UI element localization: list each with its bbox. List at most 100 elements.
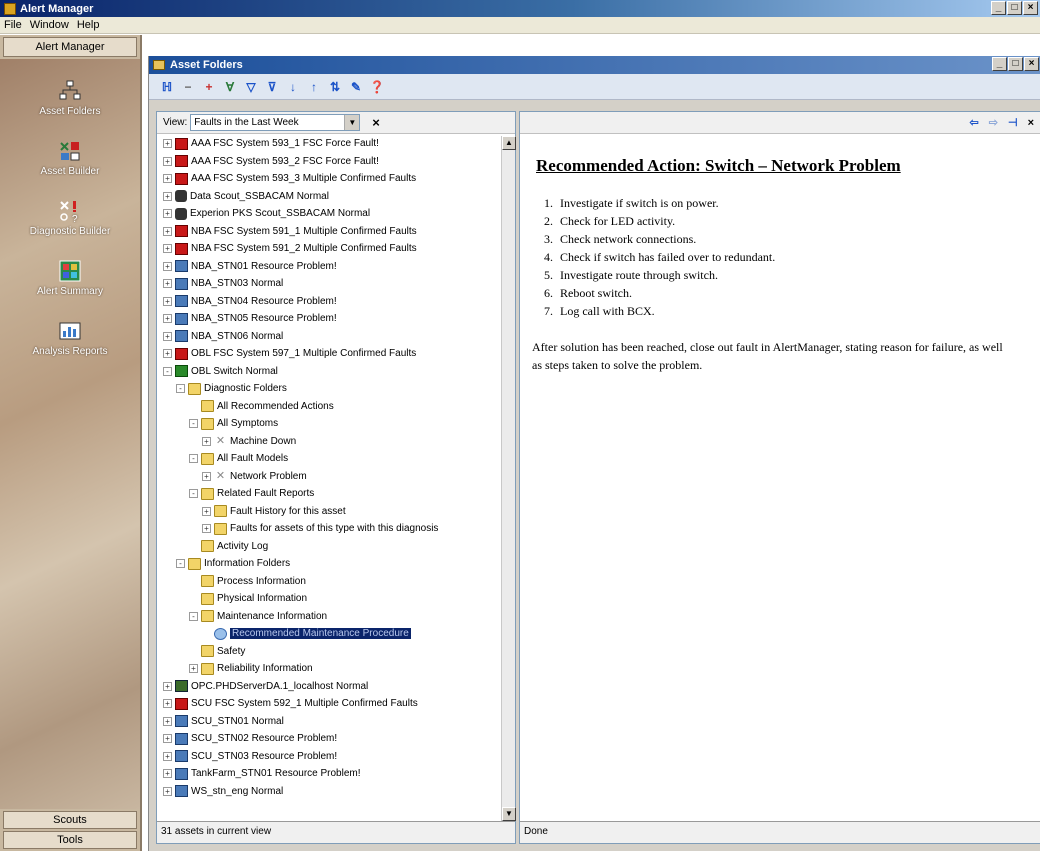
expand-icon[interactable]: + bbox=[163, 296, 172, 306]
tree-row[interactable]: - OBL Switch Normal bbox=[163, 364, 278, 379]
collapse-icon[interactable]: - bbox=[163, 366, 172, 376]
menu-help[interactable]: Help bbox=[77, 19, 100, 31]
tree-row[interactable]: Safety bbox=[189, 644, 245, 659]
document-scrollbar[interactable] bbox=[1026, 134, 1040, 821]
expand-icon[interactable]: + bbox=[163, 716, 172, 726]
sort-descending-icon[interactable]: ↑ bbox=[306, 79, 322, 95]
tree-row[interactable]: Activity Log bbox=[189, 539, 268, 554]
find-icon[interactable]: ℍ bbox=[159, 79, 175, 95]
close-document-icon[interactable]: × bbox=[1028, 117, 1034, 129]
tree-row[interactable]: + NBA FSC System 591_1 Multiple Confirmed… bbox=[163, 224, 417, 239]
tree-row[interactable]: + SCU_STN02 Resource Problem! bbox=[163, 731, 337, 746]
help-icon[interactable]: ❓ bbox=[369, 79, 385, 95]
minimize-button[interactable]: _ bbox=[991, 1, 1006, 15]
tree-row[interactable]: - Maintenance Information bbox=[189, 609, 327, 624]
collapse-icon[interactable]: - bbox=[189, 611, 198, 621]
collapse-icon[interactable]: - bbox=[189, 419, 198, 428]
expand-icon[interactable]: + bbox=[202, 471, 211, 481]
tree-row[interactable]: + SCU_STN01 Normal bbox=[163, 714, 284, 729]
sidebar-item-alert-summary[interactable]: Alert Summary bbox=[0, 259, 140, 297]
expand-icon[interactable]: + bbox=[163, 734, 172, 743]
expand-icon[interactable]: + bbox=[163, 209, 172, 218]
collapse-icon[interactable]: - bbox=[176, 384, 185, 393]
collapse-icon[interactable]: − bbox=[180, 79, 196, 95]
tree-row[interactable]: All Recommended Actions bbox=[189, 399, 334, 414]
expand-icon[interactable]: + bbox=[163, 139, 172, 148]
tree-row[interactable]: + OBL FSC System 597_1 Multiple Confirmed… bbox=[163, 346, 416, 361]
expand-icon[interactable]: + bbox=[163, 314, 172, 323]
tree-row[interactable]: - Related Fault Reports bbox=[189, 486, 314, 501]
expand-icon[interactable]: + bbox=[163, 261, 172, 271]
expand-icon[interactable]: + bbox=[163, 331, 172, 341]
tree-row[interactable]: - All Fault Models bbox=[189, 451, 288, 466]
pin-icon[interactable]: ⊣ bbox=[1008, 116, 1018, 129]
funnel-icon[interactable]: ▽ bbox=[243, 79, 259, 95]
tree-row[interactable]: - Diagnostic Folders bbox=[176, 381, 287, 396]
collapse-icon[interactable]: - bbox=[189, 454, 198, 463]
child-minimize-button[interactable]: _ bbox=[992, 57, 1007, 71]
tree-row[interactable]: + Data Scout_SSBACAM Normal bbox=[163, 189, 329, 204]
collapse-icon[interactable]: - bbox=[176, 559, 185, 568]
tree-row[interactable]: + OPC.PHDServerDA.1_localhost Normal bbox=[163, 679, 368, 694]
tree-row[interactable]: + NBA FSC System 591_2 Multiple Confirmed… bbox=[163, 241, 417, 256]
sort-order-icon[interactable]: ⇅ bbox=[327, 79, 343, 95]
tools-button[interactable]: Tools bbox=[3, 831, 137, 849]
tree-row[interactable]: + NBA_STN03 Normal bbox=[163, 276, 283, 291]
tree-row[interactable]: + Experion PKS Scout_SSBACAM Normal bbox=[163, 206, 370, 221]
tree-row[interactable]: + WS_stn_eng Normal bbox=[163, 784, 283, 799]
close-pane-icon[interactable]: × bbox=[372, 115, 380, 130]
expand-icon[interactable]: + bbox=[202, 506, 211, 516]
sidebar-item-asset-builder[interactable]: Asset Builder bbox=[0, 139, 140, 177]
tree-row[interactable]: + AAA FSC System 593_1 FSC Force Fault! bbox=[163, 136, 379, 151]
tree-scrollbar[interactable]: ▲ ▼ bbox=[501, 136, 516, 821]
child-maximize-button[interactable]: □ bbox=[1008, 57, 1023, 71]
tree-row[interactable]: + ✕ Network Problem bbox=[202, 469, 307, 484]
scroll-down-icon[interactable]: ▼ bbox=[502, 807, 516, 821]
menu-file[interactable]: File bbox=[4, 19, 22, 31]
sidebar-item-analysis-reports[interactable]: Analysis Reports bbox=[0, 319, 140, 357]
funnel-clear-icon[interactable]: ⊽ bbox=[264, 79, 280, 95]
expand-icon[interactable]: + bbox=[163, 244, 172, 253]
tree-row[interactable]: + ✕ Machine Down bbox=[202, 434, 296, 449]
chevron-down-icon[interactable]: ▼ bbox=[344, 115, 360, 130]
maximize-button[interactable]: □ bbox=[1007, 1, 1022, 15]
expand-icon[interactable]: + bbox=[163, 349, 172, 358]
expand-icon[interactable]: + bbox=[201, 79, 217, 95]
tree-row[interactable]: + NBA_STN01 Resource Problem! bbox=[163, 259, 337, 274]
expand-icon[interactable]: + bbox=[163, 769, 172, 778]
tree-row[interactable]: + NBA_STN06 Normal bbox=[163, 329, 283, 344]
back-icon[interactable]: ⇦ bbox=[970, 116, 979, 129]
sidebar-item-diagnostic-builder[interactable]: ? Diagnostic Builder bbox=[0, 199, 140, 237]
expand-icon[interactable]: + bbox=[163, 751, 172, 761]
close-button[interactable]: × bbox=[1023, 1, 1038, 15]
expand-icon[interactable]: + bbox=[163, 174, 172, 183]
tree-row[interactable]: + NBA_STN04 Resource Problem! bbox=[163, 294, 337, 309]
child-close-button[interactable]: × bbox=[1024, 57, 1039, 71]
tree-row[interactable]: Recommended Maintenance Procedure bbox=[202, 626, 411, 641]
tree-row[interactable]: + TankFarm_STN01 Resource Problem! bbox=[163, 766, 361, 781]
tree-row[interactable]: + SCU FSC System 592_1 Multiple Confirmed… bbox=[163, 696, 418, 711]
sort-ascending-icon[interactable]: ↓ bbox=[285, 79, 301, 95]
tree-row[interactable]: + AAA FSC System 593_3 Multiple Confirmed… bbox=[163, 171, 416, 186]
tree-row[interactable]: + Reliability Information bbox=[189, 661, 313, 676]
collapse-icon[interactable]: - bbox=[189, 489, 198, 498]
expand-icon[interactable]: + bbox=[163, 226, 172, 236]
menu-window[interactable]: Window bbox=[30, 19, 69, 31]
sidebar-header[interactable]: Alert Manager bbox=[3, 37, 137, 57]
tree-row[interactable]: + Faults for assets of this type with thi… bbox=[202, 521, 438, 536]
tree-row[interactable]: Process Information bbox=[189, 574, 306, 589]
expand-icon[interactable]: + bbox=[163, 279, 172, 288]
forward-icon[interactable]: ⇨ bbox=[989, 116, 998, 129]
tree-row[interactable]: + AAA FSC System 593_2 FSC Force Fault! bbox=[163, 154, 379, 169]
tree-row[interactable]: + NBA_STN05 Resource Problem! bbox=[163, 311, 337, 326]
expand-icon[interactable]: + bbox=[189, 664, 198, 673]
sidebar-item-asset-folders[interactable]: Asset Folders bbox=[0, 79, 140, 117]
expand-icon[interactable]: + bbox=[163, 786, 172, 796]
expand-icon[interactable]: + bbox=[202, 436, 211, 446]
tree-row[interactable]: - Information Folders bbox=[176, 556, 290, 571]
properties-icon[interactable]: ✎ bbox=[348, 79, 364, 95]
expand-icon[interactable]: + bbox=[163, 156, 172, 166]
expand-icon[interactable]: + bbox=[163, 191, 172, 201]
tree-row[interactable]: Physical Information bbox=[189, 591, 307, 606]
tree-row[interactable]: + SCU_STN03 Resource Problem! bbox=[163, 749, 337, 764]
